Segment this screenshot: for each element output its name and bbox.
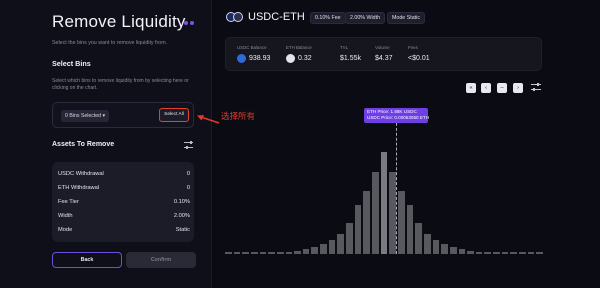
chart-bar[interactable] xyxy=(372,172,379,254)
usdc-price-text: USDC Price: 0.00053050 ETH xyxy=(367,115,430,121)
chart-bar[interactable] xyxy=(259,252,267,254)
chart-bar[interactable] xyxy=(467,250,474,254)
chart-bar[interactable] xyxy=(311,246,319,254)
annotation-label: 选择所有 xyxy=(221,111,256,121)
assets-row: Fee Tier 0.10% xyxy=(58,197,190,207)
more-dots-icon[interactable] xyxy=(184,21,194,25)
fees-value: <$0.01 xyxy=(408,55,430,62)
chart-bar[interactable] xyxy=(233,252,241,254)
chart-bar[interactable] xyxy=(501,252,509,254)
next-page-button[interactable]: › xyxy=(513,83,523,93)
row-value: 0 xyxy=(186,171,190,177)
row-label: Fee Tier xyxy=(58,199,79,205)
filter-sliders-icon[interactable] xyxy=(531,83,541,92)
chart-bar[interactable] xyxy=(432,239,440,254)
chart-bar[interactable] xyxy=(406,205,414,254)
chart-bar[interactable] xyxy=(337,233,345,254)
chart-bar[interactable] xyxy=(441,243,448,254)
chart-bar[interactable] xyxy=(380,152,388,254)
eth-balance-value: 0.32 xyxy=(298,55,312,62)
chart-bar[interactable] xyxy=(276,252,284,254)
page-title: Remove Liquidity xyxy=(52,12,186,31)
chart-bar[interactable] xyxy=(493,252,500,254)
chart-bar[interactable] xyxy=(484,252,492,254)
chart-bar[interactable] xyxy=(527,252,535,254)
chart-bar[interactable] xyxy=(415,223,422,254)
chart-bar[interactable] xyxy=(519,252,526,254)
chart-bar[interactable] xyxy=(458,248,466,254)
tvl-label: TVL xyxy=(340,45,349,50)
assets-row: USDC Withdrawal 0 xyxy=(58,169,190,179)
chart-bar[interactable] xyxy=(354,205,362,254)
usdc-balance-value: 938.93 xyxy=(249,55,271,62)
eth-coin-icon xyxy=(286,54,295,63)
pool-stats-card: USDC Balance 938.93 ETH Balance 0.32 TVL… xyxy=(225,37,542,71)
chart-bar[interactable] xyxy=(346,223,353,254)
mode-tag: Mode Static xyxy=(387,12,425,24)
chart-bar[interactable] xyxy=(449,246,457,254)
assets-row: Width 2.00% xyxy=(58,211,190,221)
assets-row: ETH Withdrawal 0 xyxy=(58,183,190,193)
chart-bar[interactable] xyxy=(225,252,232,254)
volume-value: $4.37 xyxy=(375,55,393,62)
eth-balance-label: ETH Balance xyxy=(286,45,312,50)
fees-label: Fees xyxy=(408,45,418,50)
fee-tag: 0.10% Fee xyxy=(310,12,346,24)
assets-card: USDC Withdrawal 0 ETH Withdrawal 0 Fee T… xyxy=(52,162,194,242)
current-price-line xyxy=(396,118,397,254)
select-all-button[interactable]: Select All xyxy=(159,108,189,122)
row-label: Mode xyxy=(58,227,73,233)
chart-bar[interactable] xyxy=(320,243,327,254)
bins-selected-dropdown[interactable]: 0 Bins Selected ▾ xyxy=(61,110,110,122)
chart-bar[interactable] xyxy=(250,252,258,254)
chart-bar[interactable] xyxy=(242,252,249,254)
row-value: 0 xyxy=(186,185,190,191)
token-pair-icon xyxy=(226,12,244,22)
tvl-value: $1.55k xyxy=(340,55,362,62)
select-bins-description: Select which bins to remove liquidity fr… xyxy=(52,78,189,91)
price-tooltip: ETH Price: 1.88K USDC USDC Price: 0.0005… xyxy=(364,108,430,123)
chart-bar[interactable] xyxy=(363,190,371,254)
row-label: USDC Withdrawal xyxy=(58,171,104,177)
volume-label: Volume xyxy=(375,45,390,50)
row-label: Width xyxy=(58,213,73,219)
chart-bar[interactable] xyxy=(389,172,396,254)
pair-title: USDC-ETH xyxy=(248,11,305,23)
usdc-coin-icon xyxy=(237,54,246,63)
usdc-balance-label: USDC Balance xyxy=(237,45,267,50)
chart-bar[interactable] xyxy=(328,239,336,254)
annotation-arrow-icon xyxy=(197,115,220,124)
chart-bar[interactable] xyxy=(423,233,431,254)
select-bins-heading: Select Bins xyxy=(52,59,91,68)
chart-bar[interactable] xyxy=(397,190,405,254)
chart-bar[interactable] xyxy=(268,252,275,254)
back-button[interactable]: Back xyxy=(52,252,122,268)
left-panel: Remove Liquidity Select the bins you wan… xyxy=(0,0,212,288)
chart-bar[interactable] xyxy=(475,252,483,254)
page-subtitle: Select the bins you want to remove liqui… xyxy=(52,40,168,46)
settings-sliders-icon[interactable] xyxy=(184,141,193,149)
confirm-button[interactable]: Confirm xyxy=(126,252,196,268)
assets-row: Mode Static xyxy=(58,225,190,235)
width-tag: 2.00% Width xyxy=(345,12,386,24)
bin-selection-box: 0 Bins Selected ▾ Select All xyxy=(52,102,194,128)
row-value: 2.00% xyxy=(173,213,190,219)
chart-bar[interactable] xyxy=(294,250,301,254)
row-label: ETH Withdrawal xyxy=(58,185,100,191)
reset-button[interactable]: – xyxy=(497,83,507,93)
assets-heading: Assets To Remove xyxy=(52,141,115,148)
chart-bar[interactable] xyxy=(285,252,293,254)
row-value: Static xyxy=(175,227,190,233)
first-page-button[interactable]: « xyxy=(466,83,476,93)
prev-page-button[interactable]: ‹ xyxy=(481,83,491,93)
chart-bar[interactable] xyxy=(302,248,310,254)
bins-selected-label: 0 Bins Selected xyxy=(65,113,102,119)
chart-bar[interactable] xyxy=(536,252,543,254)
chevron-down-icon: ▾ xyxy=(102,113,106,119)
row-value: 0.10% xyxy=(173,199,190,205)
chart-bar[interactable] xyxy=(510,252,518,254)
